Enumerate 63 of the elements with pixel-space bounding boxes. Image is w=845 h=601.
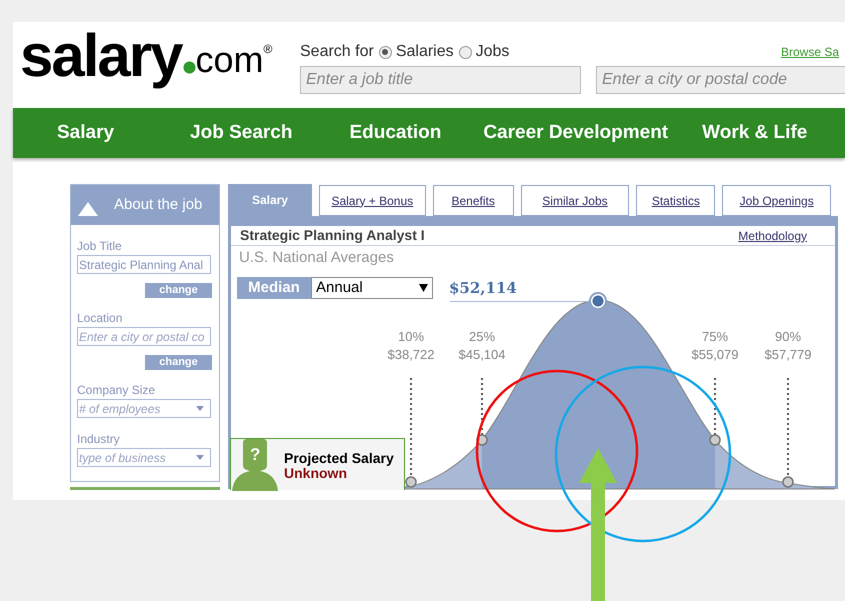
median-value: $52,114	[449, 278, 517, 298]
registered-mark: ®	[264, 41, 272, 58]
logo-wordmark: salary	[20, 26, 182, 86]
tab[interactable]: Benefits	[432, 185, 514, 216]
search-label: Search for	[300, 42, 374, 62]
field-label: Company Size	[77, 382, 156, 399]
caret-icon	[196, 455, 204, 460]
percentile-marker	[476, 378, 488, 446]
median-marker	[589, 292, 607, 310]
percentile-label: 90%	[774, 328, 802, 346]
dropdown[interactable]: # of employees	[77, 399, 211, 418]
percentile-label: 25%	[468, 328, 496, 346]
dropdown-placeholder: # of employees	[79, 400, 160, 418]
job-title: Strategic Planning Analyst I	[240, 226, 425, 245]
radio-button[interactable]	[378, 46, 392, 58]
logo-suffix: com	[196, 42, 264, 78]
tab[interactable]: Statistics	[636, 185, 716, 216]
percentile-value: $55,079	[692, 346, 738, 364]
question-mark: ?	[250, 444, 260, 466]
dropdown-value: Annual	[316, 278, 363, 298]
percentile-marker	[709, 378, 721, 446]
percentile-value: $45,104	[458, 346, 506, 364]
caret-icon	[419, 284, 428, 292]
median-label: Median	[237, 276, 311, 299]
period-dropdown[interactable]: Annual	[311, 276, 433, 299]
change-button[interactable]: change	[145, 283, 212, 298]
nav-link[interactable]: Work & Life	[702, 118, 808, 148]
input-field[interactable]: Enter a city or postal co	[77, 327, 211, 346]
percentile-value: $57,779	[764, 346, 812, 364]
subtitle: U.S. National Averages	[238, 248, 395, 268]
caret-icon	[196, 406, 204, 411]
sidebar-title: About the job	[114, 194, 202, 215]
field-label: Job Title	[77, 238, 123, 255]
field-label: Industry	[77, 431, 121, 448]
nav-link[interactable]: Education	[349, 118, 442, 148]
dropdown-placeholder: type of business	[79, 450, 166, 466]
tab[interactable]: Job Openings	[722, 185, 831, 216]
percentile-label: 75%	[702, 328, 728, 346]
nav-link[interactable]: Job Search	[190, 118, 292, 148]
percentile-value: $38,722	[388, 346, 434, 364]
field-label: Location	[77, 310, 124, 327]
radio-button[interactable]	[458, 46, 472, 58]
radio-label: Salaries	[396, 42, 454, 62]
percentile-label: 10%	[398, 328, 424, 346]
radio-label: Jobs	[476, 42, 510, 62]
search-field[interactable]: Enter a job title	[300, 66, 581, 94]
methodology-link[interactable]: Methodology	[738, 226, 807, 244]
dropdown[interactable]: type of business	[77, 448, 211, 467]
tab[interactable]: Similar Jobs	[520, 185, 630, 216]
projected-label: Projected Salary	[284, 451, 394, 466]
nav-link[interactable]: Salary	[57, 118, 114, 148]
tab[interactable]: Salary	[228, 184, 312, 216]
person-silhouette-icon	[230, 439, 280, 491]
change-button[interactable]: change	[145, 355, 212, 370]
projected-value: Unknown	[284, 466, 348, 481]
collapse-icon	[78, 202, 98, 216]
browse-link[interactable]: Browse Sa	[781, 43, 840, 61]
location-field[interactable]: Enter a city or postal code	[596, 66, 845, 94]
input-field[interactable]: Strategic Planning Anal	[77, 255, 211, 274]
nav-link[interactable]: Career Development	[483, 118, 668, 148]
dot-icon	[182, 61, 196, 74]
tab[interactable]: Salary + Bonus	[318, 185, 426, 216]
sidebar-header[interactable]: About the job	[71, 185, 219, 225]
